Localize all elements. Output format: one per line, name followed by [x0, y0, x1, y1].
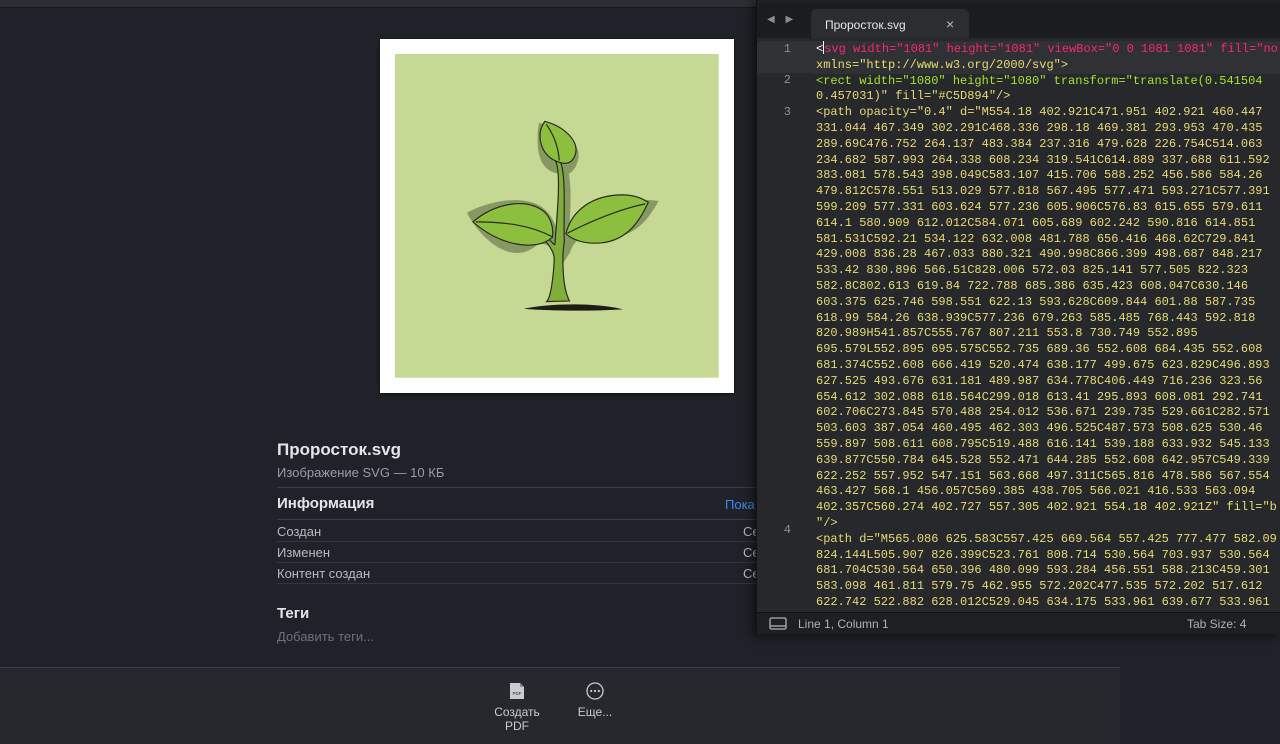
tab-prorostok-svg[interactable]: Проросток.svg × [811, 9, 969, 38]
code-wrap-segment: 479.812C578.551 513.029 577.818 567.495 … [816, 184, 1270, 199]
code-wrap-segment: 583.098 461.811 579.75 462.955 572.202C4… [816, 579, 1263, 594]
code-wrap-segment: 289.69C476.752 264.137 483.384 237.316 4… [816, 136, 1263, 151]
show-more-link[interactable]: Пока [725, 497, 755, 512]
code-wrap-segment: 582.8C802.613 619.84 722.788 685.386 635… [816, 278, 1249, 293]
info-label: Изменен [277, 545, 331, 560]
info-section-title: Информация [277, 495, 375, 512]
create-pdf-label-line1: Создать [494, 705, 540, 719]
code-wrap-segment: 234.682 587.993 264.338 608.234 319.541C… [816, 152, 1270, 167]
code-line-1: <svg width="1081" height="1081" viewBox=… [811, 41, 1280, 58]
sprout-image [395, 54, 719, 378]
create-pdf-button[interactable]: PDF Создать PDF [482, 682, 552, 733]
divider [277, 487, 757, 488]
code-wrap-segment: 331.044 467.349 302.291C468.336 298.18 4… [816, 120, 1263, 135]
code-line-2: <rect width="1080" height="1080" transfo… [816, 73, 1263, 88]
tab-title: Проросток.svg [825, 18, 906, 32]
file-thumbnail[interactable] [380, 39, 734, 393]
code-text: xmlns="http://www.w3.org/2000/svg"> [816, 57, 1069, 72]
line-number: 4 [783, 523, 791, 537]
code-wrap-segment: 602.706C273.845 570.488 254.012 536.671 … [816, 405, 1270, 420]
code-wrap-segment: 627.525 493.676 631.181 489.987 634.778C… [816, 373, 1263, 388]
code-wrap-segment: 622.742 522.882 628.012C529.045 634.175 … [816, 594, 1270, 609]
code-wrap-segment: 603.375 625.746 598.551 622.13 593.628C6… [816, 294, 1256, 309]
info-label: Контент создан [277, 566, 371, 581]
code-text: svg width="1081" height="1081" viewBox="… [824, 42, 1278, 56]
code-line-3: <path opacity="0.4" d="M554.18 402.921C4… [816, 105, 1280, 532]
code-wrap-segment: 402.357C560.274 402.727 557.305 402.921 … [816, 500, 1277, 515]
code-wrap-segment: 429.008 836.28 467.033 880.321 490.998C8… [816, 247, 1263, 262]
info-row-created: Создан Се [277, 521, 760, 542]
code-wrap-segment: <path d="M565.086 625.583C557.425 669.56… [816, 531, 1277, 546]
code-area[interactable]: <svg width="1081" height="1081" viewBox=… [811, 41, 1280, 626]
code-wrap-segment: 383.081 578.543 398.049C583.107 415.706 … [816, 168, 1263, 183]
cursor-position[interactable]: Line 1, Column 1 [798, 617, 889, 631]
tab-size-indicator[interactable]: Tab Size: 4 [1187, 617, 1246, 631]
file-kind-size: Изображение SVG — 10 КБ [277, 465, 445, 480]
line-number: 1 [783, 42, 791, 56]
code-wrap-segment: 581.531C592.21 534.122 632.008 481.788 6… [816, 231, 1256, 246]
line-number: 2 [783, 73, 791, 87]
info-label: Создан [277, 524, 322, 539]
tab-bar: ◀ ▶ Проросток.svg × [757, 0, 1280, 38]
code-wrap-segment: 614.1 580.909 612.012C584.071 605.689 60… [816, 215, 1256, 230]
code-wrap-segment: 503.603 387.054 460.495 462.303 496.525C… [816, 421, 1263, 436]
add-tags-field[interactable]: Добавить теги... [277, 629, 374, 644]
code-line-2-wrap: 0.457031)" fill="#C5D894"/> [816, 89, 1011, 104]
code-wrap-segment: 824.144L505.907 826.399C523.761 808.714 … [816, 547, 1270, 562]
code-wrap-segment: "/> [816, 515, 838, 530]
tab-close-icon[interactable]: × [946, 16, 954, 32]
line-number-gutter: 1 2 3 4 [757, 38, 811, 612]
pdf-file-icon: PDF [510, 683, 524, 699]
info-row-modified: Изменен Се [277, 542, 760, 563]
code-wrap-segment: <path opacity="0.4" d="M554.18 402.921C4… [816, 105, 1263, 120]
svg-text:PDF: PDF [513, 691, 522, 696]
code-wrap-segment: 654.612 302.088 618.564C299.018 613.41 2… [816, 389, 1263, 404]
code-wrap-segment: 820.989H541.857C555.767 807.211 553.8 73… [816, 326, 1198, 341]
more-actions-button[interactable]: Еще... [560, 682, 630, 719]
code-wrap-segment: 618.99 584.26 638.939C577.236 679.263 58… [816, 310, 1256, 325]
status-bar: Line 1, Column 1 Tab Size: 4 [757, 612, 1280, 634]
code-wrap-segment: 639.877C550.784 645.528 552.471 644.285 … [816, 452, 1270, 467]
code-wrap-segment: 599.209 577.331 603.624 577.236 605.906C… [816, 199, 1263, 214]
line-number: 3 [783, 105, 791, 119]
code-wrap-segment: 533.42 830.896 566.51C828.006 572.03 825… [816, 263, 1249, 278]
more-ellipsis-icon [586, 682, 604, 700]
divider [277, 519, 757, 520]
tab-navigation-arrows[interactable]: ◀ ▶ [767, 14, 797, 25]
code-wrap-segment: 681.704C530.564 650.396 480.099 593.284 … [816, 563, 1270, 578]
tab-bar-top-line [757, 0, 1280, 3]
code-line-1-wrap: xmlns="http://www.w3.org/2000/svg"> [811, 57, 1280, 74]
code-wrap-segment: 463.427 568.1 456.057C569.385 438.705 56… [816, 484, 1256, 499]
file-name: Проросток.svg [277, 440, 401, 459]
code-wrap-segment: 622.252 557.952 547.151 563.668 497.311C… [816, 468, 1270, 483]
code-wrap-segment: 695.579L552.895 695.575C552.735 689.36 5… [816, 342, 1263, 357]
info-row-content-created: Контент создан Се [277, 563, 760, 584]
code-wrap-segment: 559.897 508.611 608.795C519.488 616.141 … [816, 436, 1270, 451]
code-wrap-segment: 681.374C552.608 666.419 520.474 638.177 … [816, 357, 1270, 372]
quick-actions-bar: PDF Создать PDF Еще... [0, 667, 1120, 744]
tags-section-title: Теги [277, 605, 310, 622]
text-editor-window: ◀ ▶ Проросток.svg × 1 2 3 4 <svg width="… [756, 0, 1280, 634]
more-actions-label: Еще... [577, 705, 613, 719]
create-pdf-label-line2: PDF [505, 719, 529, 733]
panel-toggle-icon[interactable] [769, 617, 787, 630]
